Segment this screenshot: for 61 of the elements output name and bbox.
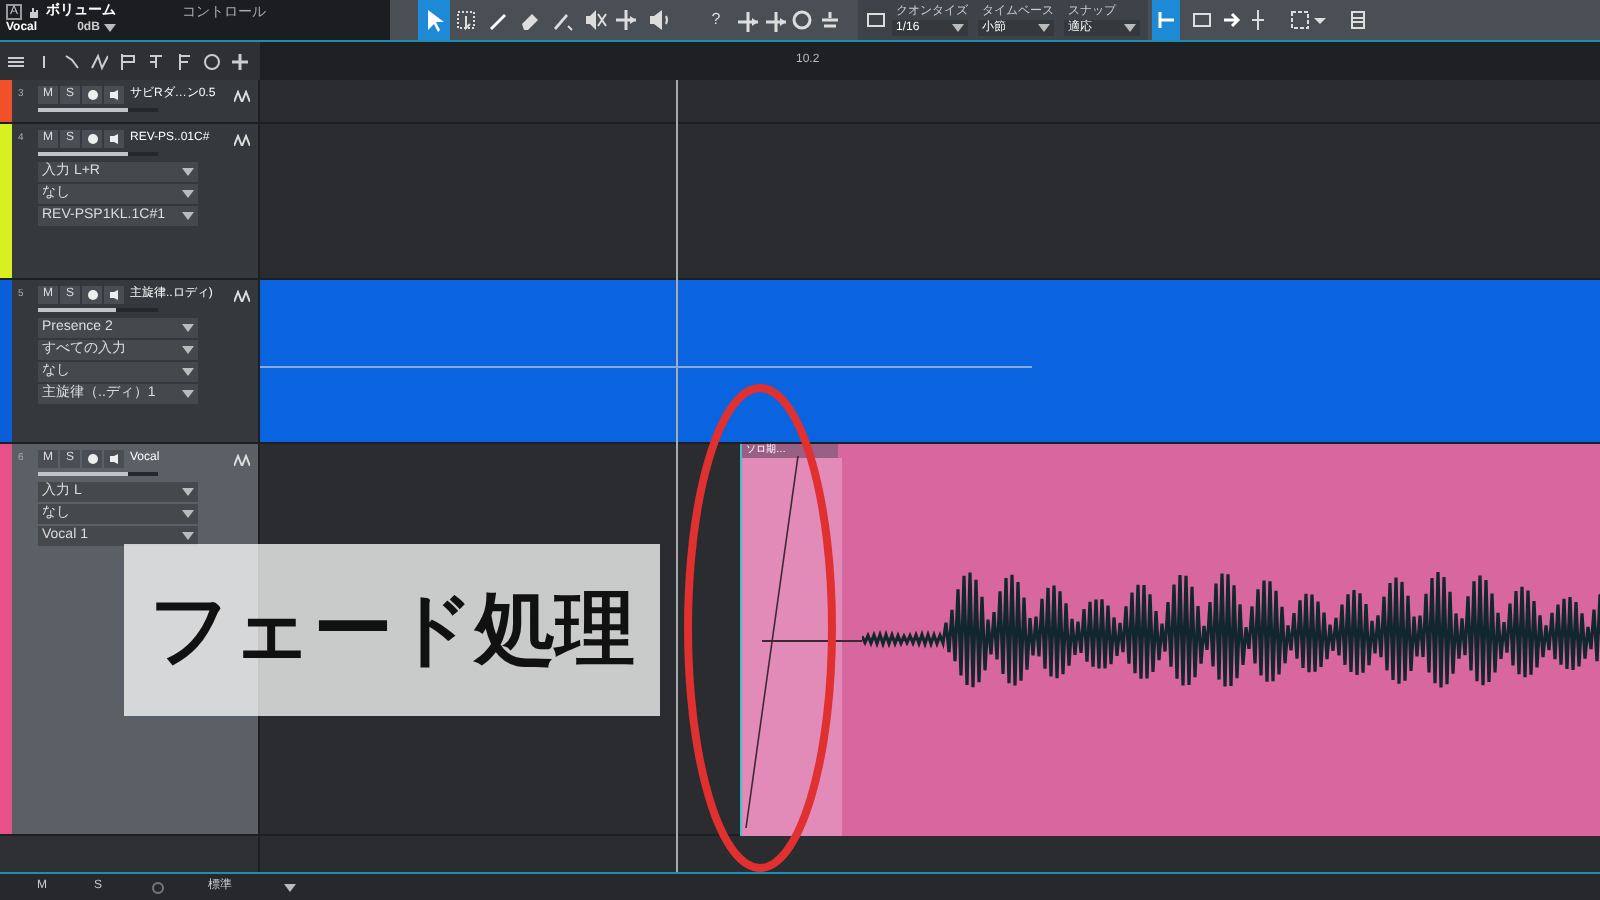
record-icon — [87, 134, 97, 144]
mute-icon — [580, 6, 608, 34]
caret-icon — [1124, 24, 1136, 32]
monitor-button[interactable] — [104, 86, 124, 104]
caret-icon — [182, 510, 194, 518]
waveform-icon — [234, 89, 250, 101]
monitor-button[interactable] — [104, 286, 124, 304]
caret-icon — [182, 324, 194, 332]
caret-icon — [182, 212, 194, 220]
speaker-icon — [109, 290, 119, 300]
split-icon — [762, 8, 786, 32]
clock-icon — [202, 51, 220, 71]
record-icon — [87, 90, 97, 100]
record-button[interactable] — [82, 130, 102, 148]
waveform-icon — [234, 133, 250, 145]
curve-icon — [90, 51, 108, 71]
power-icon — [152, 881, 164, 893]
record-icon — [87, 454, 97, 464]
record-icon — [87, 290, 97, 300]
caret-icon — [952, 24, 964, 32]
caret-icon — [182, 488, 194, 496]
caret-icon — [182, 346, 194, 354]
caret-icon — [103, 24, 116, 32]
speaker-icon — [644, 6, 672, 34]
caret-icon — [284, 883, 296, 891]
caption-label: フェード処理 — [124, 544, 660, 716]
arrow-tool-button[interactable] — [418, 0, 450, 40]
monitor-button[interactable] — [104, 130, 124, 148]
range-icon — [452, 6, 480, 34]
snap-icon — [1156, 10, 1176, 30]
record-button[interactable] — [82, 450, 102, 468]
baseline-line — [762, 640, 862, 642]
split-icon — [734, 8, 758, 32]
help-button[interactable]: ? — [702, 8, 730, 32]
record-button[interactable] — [82, 86, 102, 104]
waveform-icon — [234, 453, 250, 465]
record-button[interactable] — [82, 286, 102, 304]
add-icon — [230, 51, 248, 71]
waveform-icon — [234, 289, 250, 301]
frame-icon — [1192, 10, 1212, 30]
quantize-icon — [866, 12, 886, 28]
caret-icon — [1038, 24, 1050, 32]
caret-icon — [182, 368, 194, 376]
film-icon — [1348, 10, 1368, 30]
caret-icon — [182, 390, 194, 398]
monitor-button[interactable] — [104, 450, 124, 468]
snap-toggle-button[interactable] — [1152, 0, 1180, 40]
cursor-icon — [1252, 10, 1264, 30]
split-icon — [612, 6, 640, 34]
speaker-icon — [109, 454, 119, 464]
list-icon — [6, 51, 24, 71]
hand-icon — [28, 6, 41, 18]
grid-icon — [1290, 10, 1326, 30]
speaker-icon — [109, 134, 119, 144]
caret-icon — [182, 168, 194, 176]
caret-icon — [182, 532, 194, 540]
loop-icon — [790, 8, 814, 32]
flag-icon — [118, 51, 136, 71]
caret-icon — [182, 190, 194, 198]
speaker-icon — [109, 90, 119, 100]
arrow-right-icon — [1222, 10, 1242, 30]
